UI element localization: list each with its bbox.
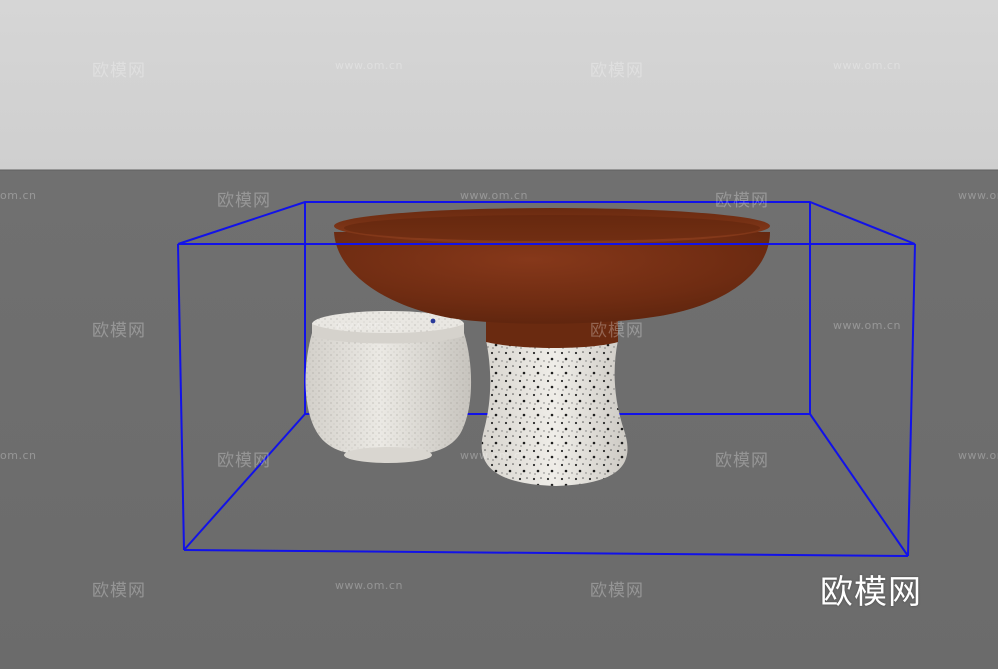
granite-pedestal (481, 340, 628, 486)
stone-jar (305, 311, 472, 463)
wall (0, 0, 998, 170)
brand-logo: 欧模网 (820, 572, 922, 611)
